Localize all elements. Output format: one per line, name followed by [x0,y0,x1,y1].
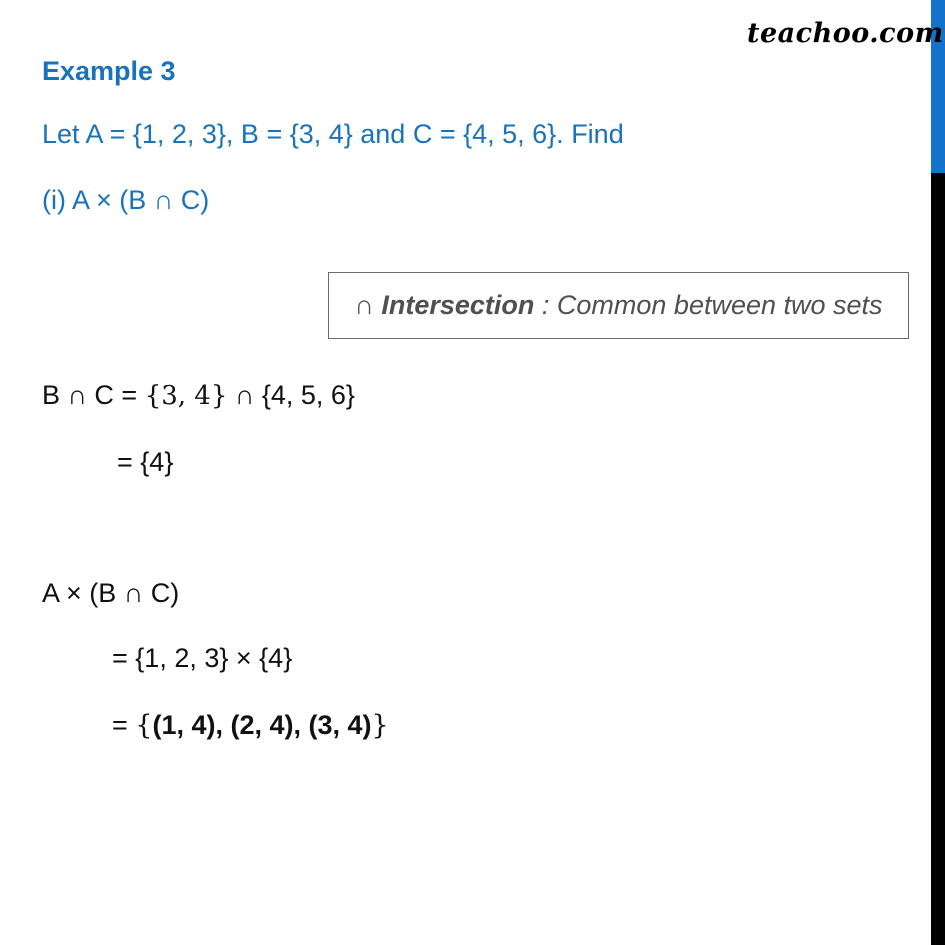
answer-close-brace: } [371,710,389,741]
step5-prefix: = [112,710,136,740]
note-separator: : [534,290,557,320]
solution-step-4: = {1, 2, 3} × {4} [112,645,292,672]
solution-step-1: B ∩ C = {3, 4} ∩ {4, 5, 6} [42,380,355,411]
step1-lhs: B ∩ C = [42,380,145,410]
intersection-note-box: ∩ Intersection : Common between two sets [328,272,909,339]
solution-step-3: A × (B ∩ C) [42,578,180,608]
solution-step-2: = {4} [117,449,173,476]
step4-prefix: = [112,643,136,673]
step4-set-bc: {4} [259,643,293,673]
step2-prefix: = [117,447,141,477]
step4-set-a: {1, 2, 3} [135,643,229,673]
example-title: Example 3 [42,56,176,86]
step4-op: × [228,643,260,673]
answer-pairs: (1, 4), (2, 4), (3, 4) [152,710,372,740]
note-definition: Common between two sets [556,290,883,320]
intersection-symbol: ∩ [354,290,374,320]
step2-result: {4} [140,447,174,477]
solution-final-answer: = {(1, 4), (2, 4), (3, 4)} [112,710,389,741]
step1-set-c: {4, 5, 6} [261,380,355,410]
note-term: Intersection [381,290,535,320]
side-accent-bar-black [931,173,945,945]
answer-open-brace: { [135,710,153,741]
step1-set-b: {3, 4} [144,381,228,411]
step1-op: ∩ [227,380,262,410]
question-text: Let A = {1, 2, 3}, B = {3, 4} and C = {4… [42,119,624,149]
teachoo-logo: teachoo.com [747,18,944,49]
question-part-i: (i) A × (B ∩ C) [42,185,210,215]
